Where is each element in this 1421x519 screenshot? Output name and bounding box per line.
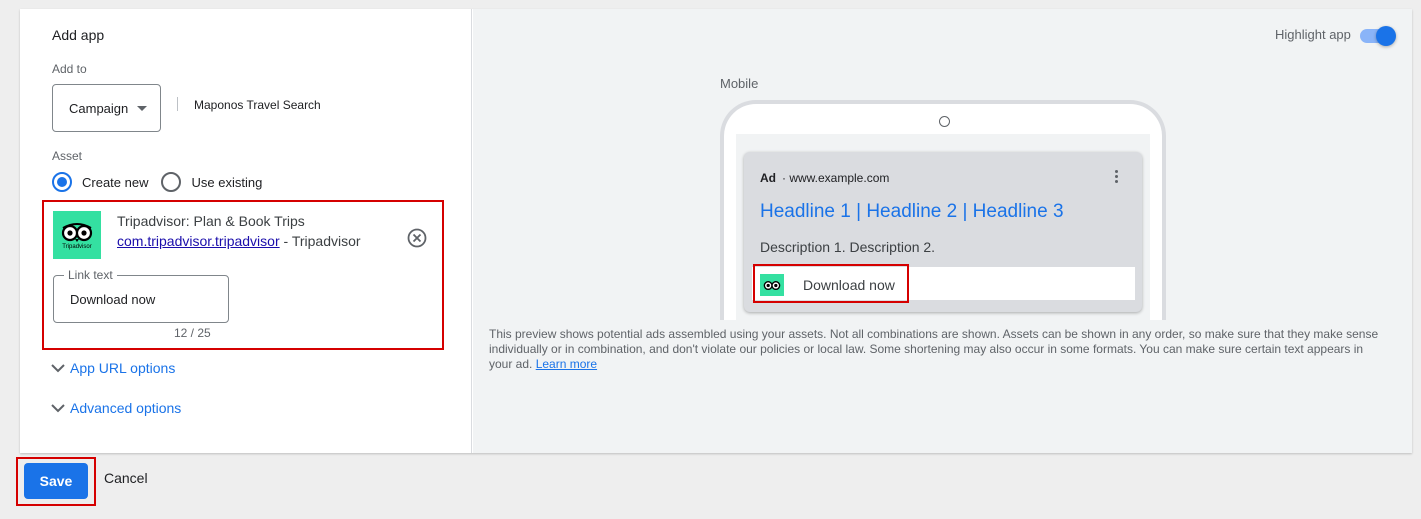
add-to-dropdown[interactable]: Campaign — [52, 84, 161, 132]
ad-headline[interactable]: Headline 1 | Headline 2 | Headline 3 — [760, 201, 1064, 223]
cta-highlight-box — [753, 264, 909, 303]
ad-tag: Ad — [760, 171, 776, 185]
divider — [177, 97, 178, 111]
app-package-link[interactable]: com.tripadvisor.tripadvisor — [117, 233, 280, 249]
selected-app-card: Tripadvisor Tripadvisor: Plan & Book Tri… — [42, 200, 444, 350]
save-button[interactable]: Save — [24, 463, 88, 499]
advanced-options-toggle[interactable]: Advanced options — [50, 400, 181, 416]
device-label: Mobile — [720, 76, 759, 91]
tripadvisor-icon: Tripadvisor — [53, 211, 101, 259]
learn-more-link[interactable]: Learn more — [536, 357, 597, 371]
disclaimer-text: This preview shows potential ads assembl… — [489, 327, 1379, 371]
use-existing-radio[interactable] — [161, 172, 182, 192]
form-title: Add app — [52, 27, 105, 43]
toggle-knob — [1376, 26, 1396, 46]
link-text-label: Link text — [64, 268, 117, 282]
app-publisher: - Tripadvisor — [283, 233, 361, 249]
app-name: Tripadvisor: Plan & Book Trips — [117, 213, 305, 229]
form-column: Add app Add to Campaign Maponos Travel S… — [20, 9, 472, 453]
preview-disclaimer: This preview shows potential ads assembl… — [489, 327, 1389, 372]
char-counter: 12 / 25 — [174, 326, 211, 340]
add-to-value: Campaign — [69, 100, 129, 116]
chevron-down-icon — [51, 404, 65, 413]
owl-eyes-icon — [61, 222, 93, 242]
asset-radio-group: Create new Use existing — [52, 172, 262, 192]
highlight-app-toggle[interactable] — [1360, 26, 1396, 46]
app-icon-text: Tripadvisor — [62, 243, 92, 250]
remove-app-icon[interactable] — [407, 228, 427, 248]
use-existing-label[interactable]: Use existing — [191, 175, 262, 190]
preview-column: Highlight app Mobile Ad · www.example.co… — [473, 9, 1412, 453]
create-new-label[interactable]: Create new — [82, 175, 148, 190]
ad-url: · www.example.com — [782, 171, 890, 185]
camera-icon — [939, 116, 950, 127]
app-package-line: com.tripadvisor.tripadvisor - Tripadviso… — [117, 233, 361, 249]
link-text-field[interactable]: Link text — [53, 268, 229, 323]
dropdown-arrow-icon — [137, 105, 148, 111]
link-text-input[interactable] — [70, 292, 220, 307]
create-new-radio[interactable] — [52, 172, 72, 192]
advanced-options-label: Advanced options — [70, 400, 182, 416]
asset-label: Asset — [52, 149, 83, 163]
highlight-app-label: Highlight app — [1275, 27, 1351, 42]
app-url-options-toggle[interactable]: App URL options — [50, 360, 175, 376]
add-app-panel: Add app Add to Campaign Maponos Travel S… — [20, 9, 1412, 453]
add-to-label: Add to — [52, 62, 87, 76]
app-url-options-label: App URL options — [70, 360, 176, 376]
campaign-name: Maponos Travel Search — [194, 98, 321, 112]
ad-description: Description 1. Description 2. — [760, 239, 936, 255]
chevron-down-icon — [51, 364, 65, 373]
more-options-icon[interactable] — [1114, 170, 1120, 186]
cancel-button[interactable]: Cancel — [104, 470, 148, 486]
